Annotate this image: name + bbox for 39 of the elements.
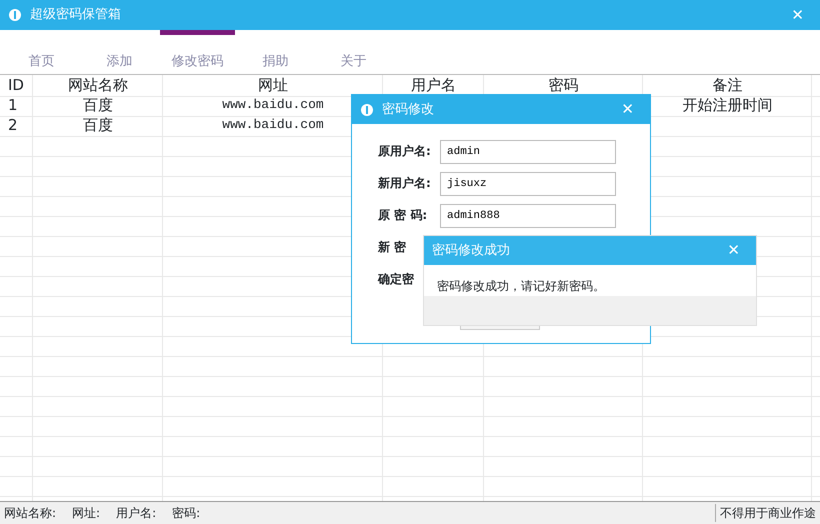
input-field[interactable]: admin888 <box>440 204 616 228</box>
tab[interactable]: 关于 <box>316 30 391 74</box>
tab[interactable]: 首页 <box>4 30 79 74</box>
column-header: ID <box>7 75 25 96</box>
info-icon <box>360 102 374 116</box>
table-cell: 开始注册时间 <box>682 96 772 114</box>
window-title: 超级密码保管箱 <box>30 6 121 24</box>
status-label: 用户名: <box>116 505 156 522</box>
dialog-title: 密码修改成功 <box>432 242 510 260</box>
dialog-title: 密码修改 <box>382 100 434 119</box>
close-button[interactable]: ✕ <box>719 243 748 258</box>
field-label: 确定密 <box>378 272 414 286</box>
table-cell: www.baidu.com <box>222 117 324 132</box>
field-label: 原 密 码: <box>378 208 428 222</box>
table-cell: www.baidu.com <box>222 97 324 112</box>
column-header: 备注 <box>712 75 744 96</box>
status-label: 密码: <box>172 505 200 522</box>
column-header: 网站名称 <box>67 75 129 96</box>
status-label: 网站名称: <box>4 505 56 522</box>
column-header: 网址 <box>257 75 289 96</box>
field-label: 新用户名: <box>378 176 431 190</box>
field-label: 原用户名: <box>378 144 431 158</box>
table-cell: 1 <box>8 96 18 114</box>
status-label: 网址: <box>72 505 100 522</box>
column-header: 用户名 <box>410 75 457 96</box>
input-field[interactable]: jisuxz <box>440 172 616 196</box>
table-cell: 百度 <box>83 116 113 134</box>
input-field[interactable]: admin <box>440 140 616 164</box>
column-header: 密码 <box>548 75 580 96</box>
app-icon <box>8 8 22 22</box>
table-cell: 百度 <box>83 96 113 114</box>
status-text: 不得用于商业作途 <box>715 504 816 522</box>
table-cell: 2 <box>8 116 18 134</box>
tab[interactable]: 捐助 <box>238 30 313 74</box>
message-text: 密码修改成功，请记好新密码。 <box>437 279 605 293</box>
close-button[interactable]: ✕ <box>613 102 642 117</box>
tab[interactable]: 添加 <box>82 30 157 74</box>
field-label: 新 密 <box>378 240 406 254</box>
close-button[interactable]: ✕ <box>783 8 812 22</box>
